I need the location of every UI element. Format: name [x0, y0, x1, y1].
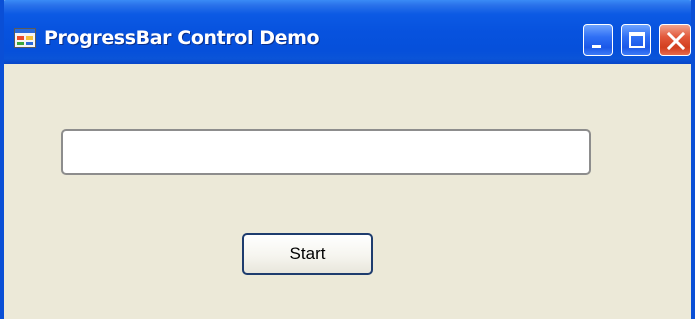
start-button[interactable]: Start — [242, 233, 373, 275]
maximize-icon — [629, 32, 645, 48]
minimize-button[interactable] — [583, 24, 613, 56]
close-button[interactable] — [659, 24, 691, 56]
close-icon — [666, 31, 686, 51]
window-title: ProgressBar Control Demo — [44, 27, 320, 49]
progressbar-demo-window: ProgressBar Control Demo Start — [0, 0, 695, 319]
title-bar[interactable]: ProgressBar Control Demo — [4, 0, 691, 64]
application-window-icon[interactable] — [14, 28, 36, 48]
maximize-button[interactable] — [621, 24, 651, 56]
progress-bar — [61, 129, 591, 175]
minimize-icon — [592, 45, 601, 48]
